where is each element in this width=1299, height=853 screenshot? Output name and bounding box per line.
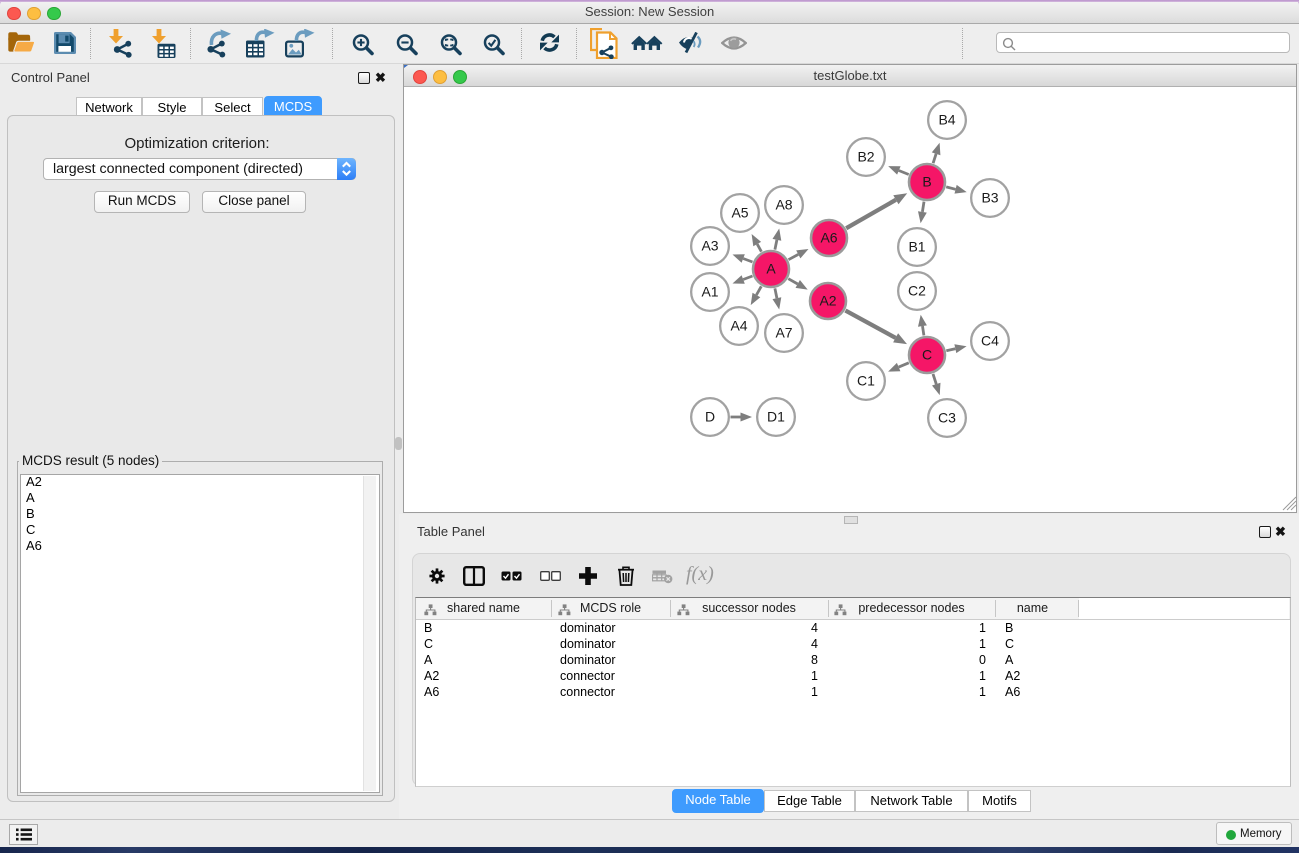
svg-text:A6: A6: [820, 230, 837, 246]
svg-text:A4: A4: [730, 318, 747, 334]
svg-text:D: D: [705, 409, 715, 425]
svg-text:C4: C4: [981, 333, 999, 349]
svg-text:A1: A1: [701, 284, 718, 300]
svg-text:A8: A8: [775, 197, 792, 213]
svg-text:B1: B1: [908, 239, 925, 255]
svg-text:A2: A2: [819, 293, 836, 309]
svg-text:A7: A7: [775, 325, 792, 341]
svg-text:A3: A3: [701, 238, 718, 254]
svg-text:A: A: [766, 261, 776, 277]
svg-text:D1: D1: [767, 409, 785, 425]
svg-text:B2: B2: [857, 149, 874, 165]
svg-text:C: C: [922, 347, 932, 363]
svg-text:A5: A5: [731, 205, 748, 221]
svg-text:C2: C2: [908, 283, 926, 299]
svg-text:C1: C1: [857, 373, 875, 389]
svg-text:B3: B3: [981, 190, 998, 206]
svg-text:B: B: [922, 174, 931, 190]
svg-text:C3: C3: [938, 410, 956, 426]
svg-text:B4: B4: [938, 112, 955, 128]
